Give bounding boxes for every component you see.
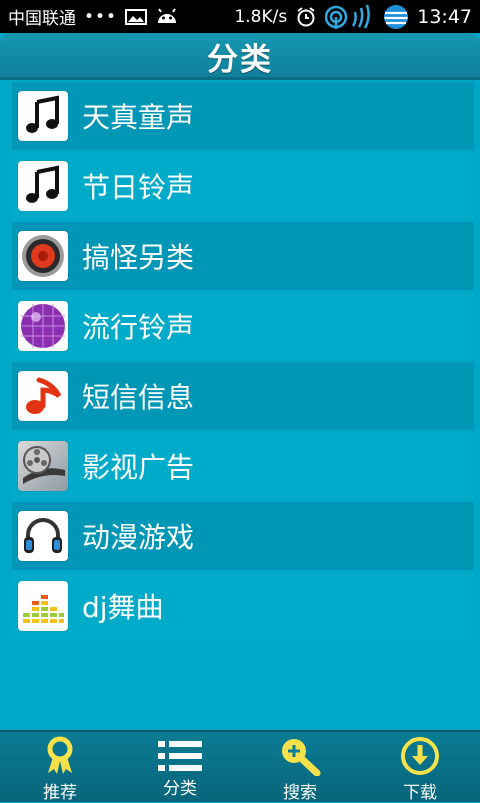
category-row-yingshi[interactable]: 影视广告	[12, 432, 474, 500]
network-speed: 1.8K/s	[234, 6, 288, 27]
music-note-icon	[18, 161, 68, 211]
category-row-jieri[interactable]: 节日铃声	[12, 152, 474, 220]
category-row-tianzhen[interactable]: 天真童声	[12, 82, 474, 150]
category-row-liuxing[interactable]: 流行铃声	[12, 292, 474, 360]
category-label: 流行铃声	[82, 311, 195, 344]
film-reel-icon	[18, 441, 68, 491]
category-row-gaoguai[interactable]: 搞怪另类	[12, 222, 474, 290]
red-music-note-icon	[18, 371, 68, 421]
ribbon-icon	[42, 736, 78, 776]
category-label: 影视广告	[82, 451, 195, 484]
alarm-icon	[295, 6, 317, 28]
carrier-label: 中国联通	[8, 9, 76, 29]
clock: 13:47	[417, 5, 472, 28]
tab-label: 分类	[163, 779, 197, 799]
category-row-dongman[interactable]: 动漫游戏	[12, 502, 474, 570]
wifi-signal-icon	[325, 4, 375, 30]
music-note-icon	[18, 91, 68, 141]
equalizer-icon	[18, 581, 68, 631]
bottom-nav: 推荐 分类 搜索 下载	[0, 730, 480, 803]
tab-label: 下载	[403, 783, 437, 803]
tab-download[interactable]: 下载	[360, 732, 480, 803]
category-label: 节日铃声	[82, 171, 195, 204]
headphones-icon	[18, 511, 68, 561]
tab-recommend[interactable]: 推荐	[0, 732, 120, 803]
att-globe-icon	[383, 4, 409, 30]
category-label: 短信信息	[82, 381, 195, 414]
category-row-dj[interactable]: dj舞曲	[12, 572, 474, 640]
tab-label: 推荐	[43, 783, 77, 803]
page-title: 分类	[207, 42, 273, 78]
search-plus-icon	[279, 736, 321, 776]
speaker-icon	[18, 231, 68, 281]
tab-label: 搜索	[283, 783, 317, 803]
list-icon	[156, 736, 204, 776]
category-list: 天真童声 节日铃声 搞怪另类 流行铃声 短信信息 影视广告 动漫游戏 dj舞曲	[12, 82, 474, 642]
download-icon	[400, 736, 440, 776]
category-label: 天真童声	[82, 101, 195, 134]
status-bar: 中国联通 ••• 1.8K/s 13:47	[0, 0, 480, 33]
category-label: dj舞曲	[82, 591, 164, 624]
tab-category[interactable]: 分类	[120, 732, 240, 802]
category-label: 搞怪另类	[82, 241, 195, 274]
category-label: 动漫游戏	[82, 521, 195, 554]
more-dots: •••	[84, 6, 118, 27]
image-icon	[125, 8, 148, 26]
android-icon	[155, 7, 179, 27]
title-bar: 分类	[0, 33, 480, 80]
tab-search[interactable]: 搜索	[240, 732, 360, 803]
category-row-duanxin[interactable]: 短信信息	[12, 362, 474, 430]
disco-ball-icon	[18, 301, 68, 351]
